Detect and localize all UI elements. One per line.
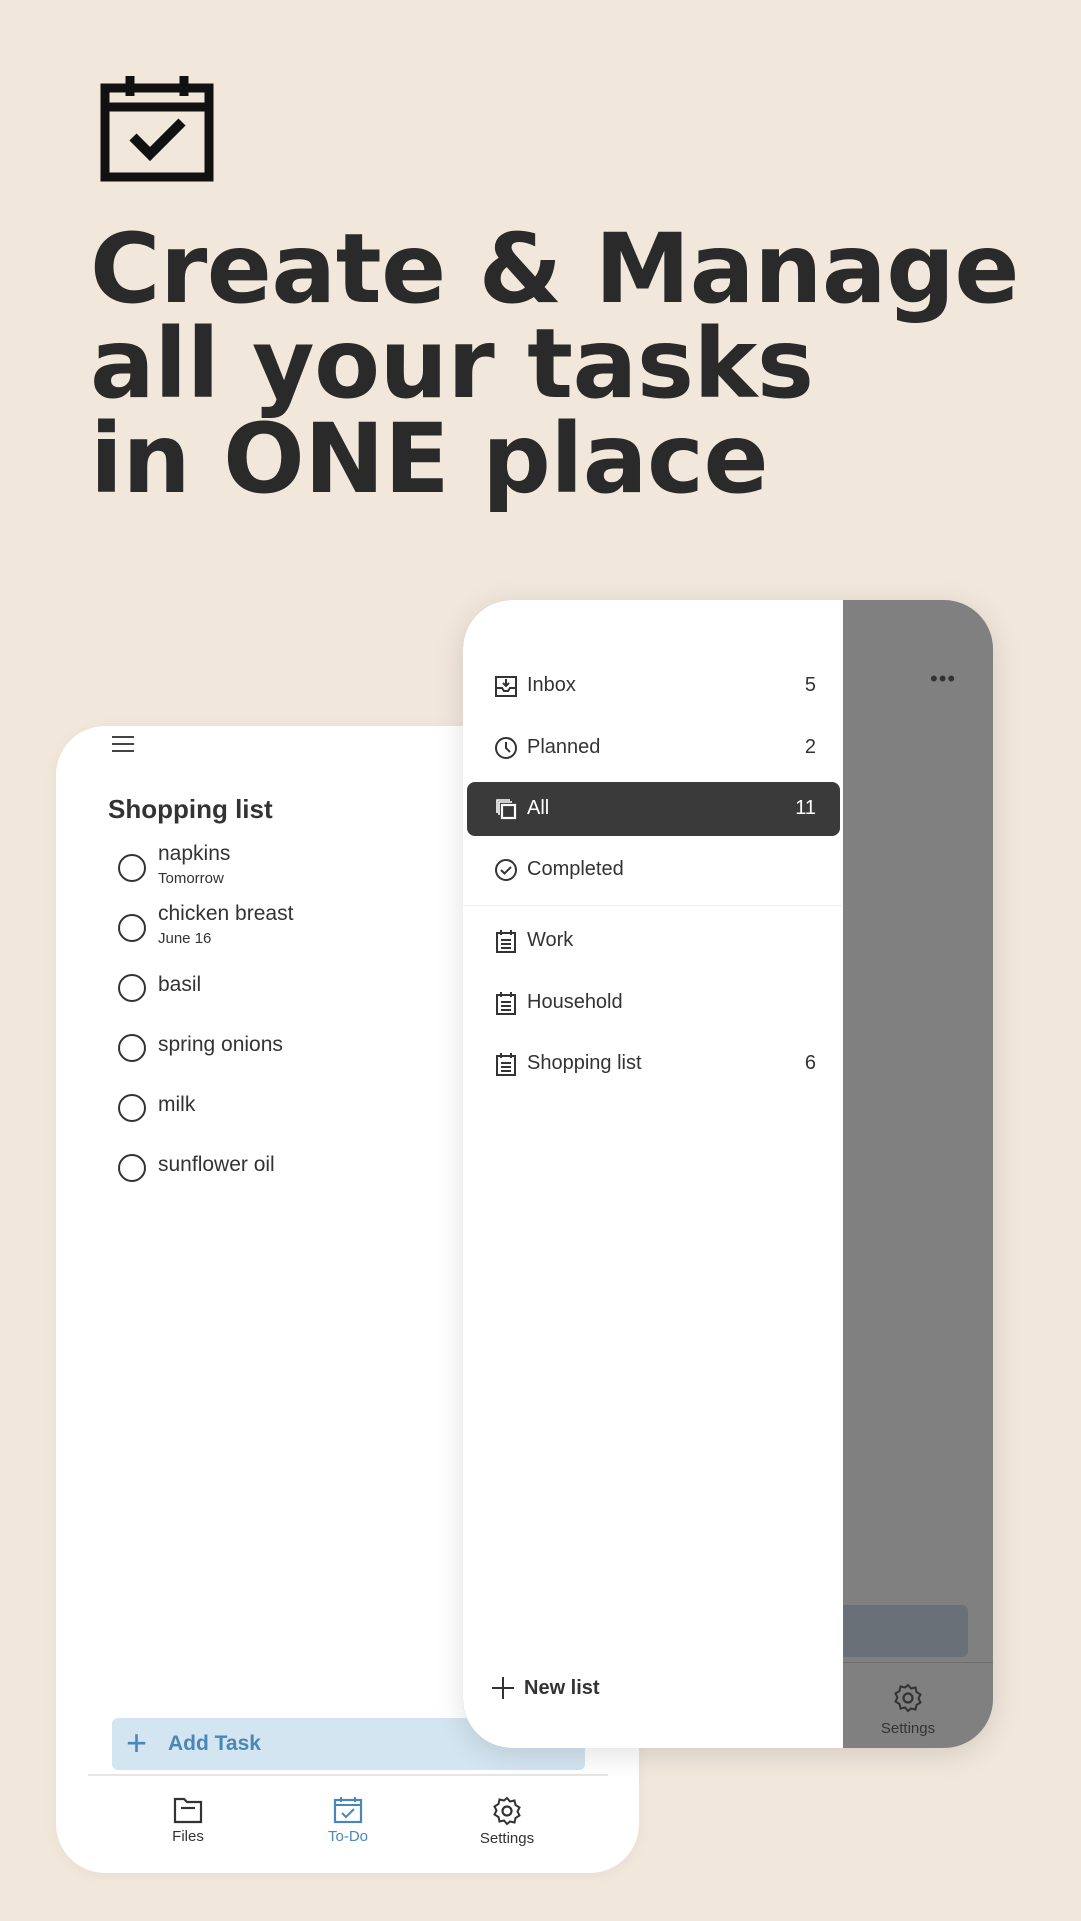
headline: Create & Manage all your tasks in ONE pl… bbox=[90, 213, 1020, 515]
divider bbox=[843, 1662, 993, 1663]
drawer-item-completed[interactable]: Completed bbox=[467, 843, 840, 897]
check-circle-icon bbox=[495, 859, 517, 881]
calendar-check-icon bbox=[333, 1797, 363, 1824]
more-dots-icon[interactable]: ••• bbox=[930, 666, 956, 692]
drawer-item-label: Shopping list bbox=[527, 1052, 642, 1074]
list-title: Shopping list bbox=[108, 794, 273, 824]
nav-todo[interactable]: To-Do bbox=[298, 1796, 398, 1845]
task-checkbox[interactable] bbox=[118, 1034, 146, 1062]
task-due: Tomorrow bbox=[158, 870, 224, 887]
nav-label: To-Do bbox=[327, 1828, 368, 1845]
list-calendar-icon bbox=[496, 992, 516, 1015]
headline-line: Create & Manage bbox=[90, 213, 1020, 325]
gear-icon bbox=[894, 1683, 922, 1713]
plus-icon: + bbox=[126, 1722, 148, 1763]
nav-label: Settings bbox=[880, 1720, 936, 1737]
nav-label: Files bbox=[172, 1828, 204, 1845]
drawer-item-label: Inbox bbox=[527, 674, 576, 696]
list-calendar-icon bbox=[496, 930, 516, 953]
task-checkbox[interactable] bbox=[118, 974, 146, 1002]
divider bbox=[88, 1774, 608, 1776]
drawer-item-household[interactable]: Household bbox=[467, 976, 840, 1030]
calendar-check-icon bbox=[100, 76, 214, 182]
task-title: milk bbox=[158, 1093, 196, 1116]
drawer-item-work[interactable]: Work bbox=[467, 914, 840, 968]
drawer-item-label: Planned bbox=[527, 736, 601, 758]
task-title: spring onions bbox=[158, 1033, 283, 1056]
drawer-item-count: 11 bbox=[795, 797, 816, 819]
scrim-add-task-bar bbox=[843, 1605, 968, 1657]
gear-icon bbox=[493, 1796, 521, 1826]
add-task-label: Add Task bbox=[168, 1732, 261, 1755]
drawer-item-inbox[interactable]: Inbox 5 bbox=[467, 659, 840, 713]
divider bbox=[463, 905, 843, 906]
drawer-item-all[interactable]: All 11 bbox=[467, 782, 840, 836]
task-due: June 16 bbox=[158, 930, 212, 947]
clock-icon bbox=[495, 737, 517, 759]
headline-line: all your tasks bbox=[90, 308, 814, 420]
drawer-item-count: 2 bbox=[804, 736, 816, 758]
drawer-item-shopping-list[interactable]: Shopping list 6 bbox=[467, 1037, 840, 1091]
inbox-icon bbox=[495, 676, 517, 697]
task-title: napkins bbox=[158, 842, 231, 865]
task-checkbox[interactable] bbox=[118, 854, 146, 882]
plus-icon bbox=[492, 1677, 514, 1699]
task-checkbox[interactable] bbox=[118, 1154, 146, 1182]
drawer-item-label: All bbox=[527, 797, 550, 819]
drawer-item-label: Household bbox=[527, 991, 623, 1013]
drawer-item-planned[interactable]: Planned 2 bbox=[467, 721, 840, 775]
hamburger-icon[interactable] bbox=[112, 736, 134, 752]
nav-settings-background: Settings bbox=[858, 1683, 958, 1737]
copy-icon bbox=[496, 799, 517, 820]
task-title: sunflower oil bbox=[158, 1153, 275, 1176]
task-title: basil bbox=[158, 973, 202, 996]
task-checkbox[interactable] bbox=[118, 1094, 146, 1122]
navigation-drawer: Inbox 5 Planned 2 All 11 Completed Work Hou… bbox=[463, 600, 843, 1748]
headline-line: in ONE place bbox=[90, 403, 769, 515]
drawer-item-label: Work bbox=[527, 929, 574, 951]
drawer-screen: ••• Settings Inbox 5 Planned 2 All 11 Compl… bbox=[463, 600, 993, 1748]
drawer-item-count: 5 bbox=[804, 674, 816, 696]
new-list-label: New list bbox=[524, 1677, 600, 1699]
task-checkbox[interactable] bbox=[118, 914, 146, 942]
list-calendar-icon bbox=[496, 1053, 516, 1076]
nav-label: Settings bbox=[479, 1830, 535, 1847]
task-title: chicken breast bbox=[158, 902, 294, 925]
folder-icon bbox=[173, 1797, 203, 1824]
drawer-item-label: Completed bbox=[527, 858, 624, 880]
nav-files[interactable]: Files bbox=[138, 1796, 238, 1845]
nav-settings[interactable]: Settings bbox=[457, 1796, 557, 1847]
drawer-item-count: 6 bbox=[804, 1052, 816, 1074]
